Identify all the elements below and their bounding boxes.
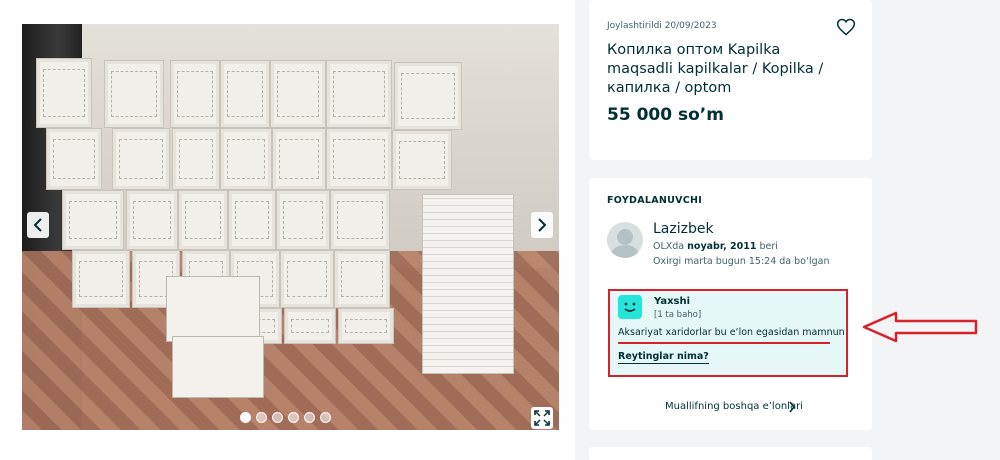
rating-description: Aksariyat xaridorlar bu e‘lon egasidan m… [618,327,845,338]
seller-name[interactable]: Lazizbek [653,221,714,237]
photo-box [284,308,336,344]
fullscreen-button[interactable] [531,407,553,429]
photo-box [126,190,178,250]
photo-box [228,190,276,250]
seller-since: OLXda noyabr, 2011 beri [653,241,778,252]
photo-box [276,190,330,250]
photo-box [112,128,170,190]
rating-label: Yaxshi [654,296,691,307]
chevron-left-icon [33,218,42,232]
annotation-underline [618,342,830,344]
photo-box [334,250,390,308]
rating-count: [1 ta baho] [654,310,702,320]
photo-box [172,128,220,190]
listing-title: Копилка оптом Kapilka maqsadli kapilkala… [607,42,824,96]
pagination-dot[interactable] [240,412,251,423]
photo-box [280,250,334,308]
heart-icon[interactable] [836,17,856,37]
fullscreen-icon [534,410,550,426]
chevron-right-icon [538,218,547,232]
photo-box [338,308,394,344]
chevron-right-small-icon[interactable] [788,401,796,413]
photo-box [326,60,392,128]
photo-box [220,128,272,190]
ratings-info-link[interactable]: Reytinglar nima? [618,351,709,364]
pagination-dot[interactable] [272,412,283,423]
photo-tall-box [422,194,514,374]
photo-gallery [0,0,575,460]
photo-box [220,60,270,128]
listing-summary-card: Joylashtirildi 20/09/2023 Копилка оптом … [589,0,872,160]
photo-box [394,62,462,130]
smile-icon [618,295,642,319]
photo-box [330,190,390,250]
photo-box [170,60,220,128]
pagination-dot[interactable] [256,412,267,423]
photo-box [72,250,130,308]
next-image-button[interactable] [531,212,553,238]
pagination-dot[interactable] [304,412,315,423]
annotation-arrow [862,311,978,343]
next-card [589,447,872,460]
photo-small-box [172,336,264,398]
posted-date: Joylashtirildi 20/09/2023 [607,21,717,31]
seller-card: FOYDALANUVCHI Lazizbek OLXda noyabr, 201… [589,178,872,430]
pagination-dot[interactable] [288,412,299,423]
prev-image-button[interactable] [27,212,49,238]
seller-section-label: FOYDALANUVCHI [607,195,703,206]
photo-small-box [166,276,260,342]
avatar[interactable] [607,222,643,258]
photo-box [272,128,326,190]
photo-box [62,190,124,250]
photo-box [46,128,102,190]
seller-other-ads-link[interactable]: Muallifning boshqa e’lonlari [665,401,803,412]
pagination-dot[interactable] [320,412,331,423]
photo-box [270,60,326,128]
photo-box [36,58,92,128]
image-pagination [240,412,331,423]
photo-box [104,60,164,128]
photo-box [326,128,392,190]
seller-rating-box: Yaxshi [1 ta baho] Aksariyat xaridorlar … [608,289,848,377]
listing-photo[interactable] [22,24,559,430]
photo-box [178,190,228,250]
photo-box [392,130,452,190]
seller-last-seen: Oxirgi marta bugun 15:24 da bo‘lgan [653,256,830,267]
listing-price: 55 000 so’m [607,105,724,125]
